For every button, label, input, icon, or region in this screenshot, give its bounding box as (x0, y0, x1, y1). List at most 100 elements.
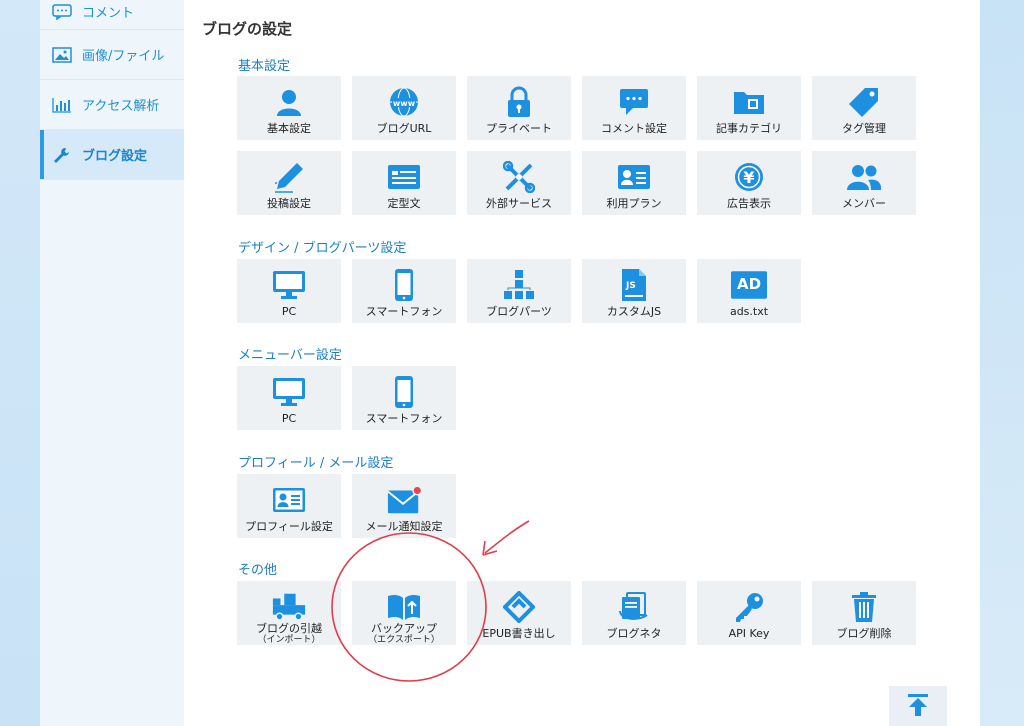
tile-label: PC (281, 305, 297, 318)
tile-blog-url[interactable]: www ブログURL (352, 76, 456, 140)
users-icon (846, 161, 882, 193)
tile-private[interactable]: プライベート (467, 76, 571, 140)
scroll-to-top-button[interactable] (889, 686, 947, 726)
comment-bubble-icon (616, 86, 652, 118)
tile-external-services[interactable]: 外部サービス (467, 151, 571, 215)
chart-icon (52, 96, 72, 114)
tile-label: 記事カテゴリ (716, 122, 782, 135)
image-icon (52, 46, 72, 64)
tile-label: ads.txt (729, 305, 769, 318)
tile-backup-export[interactable]: バックアップ （エクスポート） (352, 581, 456, 645)
tile-label: 投稿設定 (267, 197, 311, 210)
tile-blog-parts[interactable]: ブログパーツ (467, 259, 571, 323)
id-card-icon (616, 161, 652, 193)
monitor-icon (271, 376, 307, 408)
tile-basic-settings[interactable]: 基本設定 (237, 76, 341, 140)
tile-custom-js[interactable]: JS カスタムJS (582, 259, 686, 323)
tile-ads-txt[interactable]: AD ads.txt (697, 259, 801, 323)
tile-epub-export[interactable]: EPUB書き出し (467, 581, 571, 645)
book-export-icon (386, 591, 422, 622)
sidebar-item-label: 画像/ファイル (82, 49, 165, 64)
tile-blog-delete[interactable]: ブログ削除 (812, 581, 916, 645)
tile-label: スマートフォン (365, 412, 443, 425)
section-title-menubar: メニューバー設定 (238, 348, 342, 363)
tile-design-pc[interactable]: PC (237, 259, 341, 323)
tile-design-smartphone[interactable]: スマートフォン (352, 259, 456, 323)
tile-label: 定型文 (387, 197, 421, 210)
lock-icon (501, 86, 537, 118)
tile-menubar-smartphone[interactable]: スマートフォン (352, 366, 456, 430)
tile-label: 利用プラン (606, 197, 662, 210)
tile-label: コメント設定 (601, 122, 667, 135)
tile-label: プライベート (486, 122, 552, 135)
tile-label: 広告表示 (727, 197, 771, 210)
tile-tag-management[interactable]: タグ管理 (812, 76, 916, 140)
mail-icon (386, 484, 422, 516)
template-icon (386, 161, 422, 193)
tile-comment-settings[interactable]: コメント設定 (582, 76, 686, 140)
tile-label: 外部サービス (486, 197, 552, 210)
smartphone-icon (386, 269, 422, 301)
tile-label: EPUB書き出し (482, 627, 556, 640)
tile-mail-notification[interactable]: メール通知設定 (352, 474, 456, 538)
tile-label: メンバー (842, 197, 886, 210)
sidebar-item-image-file[interactable]: 画像/ファイル (40, 30, 184, 80)
trash-icon (846, 591, 882, 623)
arrow-up-to-top-icon (906, 692, 930, 720)
tile-menubar-pc[interactable]: PC (237, 366, 341, 430)
tile-label: API Key (728, 627, 770, 640)
right-background (980, 0, 1024, 726)
tile-blog-import[interactable]: ブログの引越 （インポート） (237, 581, 341, 645)
sidebar: コメント 画像/ファイル アクセス解析 ブログ設定 (40, 0, 184, 726)
main-content: ブログの設定 基本設定 基本設定 www ブログURL プライベート コメント設… (184, 0, 980, 726)
tile-post-settings[interactable]: 投稿設定 (237, 151, 341, 215)
tile-article-category[interactable]: 記事カテゴリ (697, 76, 801, 140)
tile-ad-display[interactable]: ¥ 広告表示 (697, 151, 801, 215)
js-file-icon: JS (616, 269, 652, 301)
tile-usage-plan[interactable]: 利用プラン (582, 151, 686, 215)
tile-label: ブログの引越 (256, 622, 322, 635)
globe-www-icon: www (386, 86, 422, 118)
comment-icon (52, 3, 72, 21)
tile-profile-settings[interactable]: プロフィール設定 (237, 474, 341, 538)
tile-label: ブログ削除 (836, 627, 892, 640)
sidebar-item-label: コメント (82, 6, 135, 21)
tile-label: ブログネタ (606, 627, 662, 640)
folder-icon (731, 86, 767, 118)
section-title-design: デザイン / ブログパーツ設定 (238, 241, 407, 256)
section-title-profile: プロフィール / メール設定 (238, 456, 394, 471)
tile-sublabel: （エクスポート） (368, 635, 440, 645)
tile-label: メール通知設定 (365, 520, 443, 533)
yen-icon: ¥ (731, 161, 767, 193)
documents-icon (616, 591, 652, 623)
tile-label: タグ管理 (842, 122, 886, 135)
tile-label: ブログURL (376, 122, 432, 135)
sidebar-item-comment[interactable]: コメント (40, 0, 184, 30)
epub-icon (501, 591, 537, 623)
svg-text:¥: ¥ (743, 168, 754, 187)
profile-card-icon (271, 484, 307, 516)
sidebar-item-label: アクセス解析 (82, 99, 160, 114)
user-icon (271, 86, 307, 118)
tile-template-text[interactable]: 定型文 (352, 151, 456, 215)
blog-parts-icon (501, 269, 537, 301)
sidebar-item-blog-settings[interactable]: ブログ設定 (40, 130, 184, 180)
tile-label: プロフィール設定 (245, 520, 333, 533)
tile-label: PC (281, 412, 297, 425)
ad-icon: AD (731, 269, 767, 301)
section-title-basic: 基本設定 (238, 59, 291, 74)
left-background (0, 0, 40, 726)
page-title: ブログの設定 (202, 20, 293, 38)
pencil-icon (271, 161, 307, 193)
tile-api-key[interactable]: API Key (697, 581, 801, 645)
tile-blog-neta[interactable]: ブログネタ (582, 581, 686, 645)
sidebar-item-access-analysis[interactable]: アクセス解析 (40, 80, 184, 130)
tile-label: 基本設定 (267, 122, 311, 135)
tile-members[interactable]: メンバー (812, 151, 916, 215)
tile-label: ブログパーツ (486, 305, 552, 318)
tools-icon (501, 161, 537, 193)
tag-icon (846, 86, 882, 118)
tile-label: バックアップ (371, 622, 437, 635)
truck-icon (271, 591, 307, 622)
tile-sublabel: （インポート） (257, 635, 321, 645)
